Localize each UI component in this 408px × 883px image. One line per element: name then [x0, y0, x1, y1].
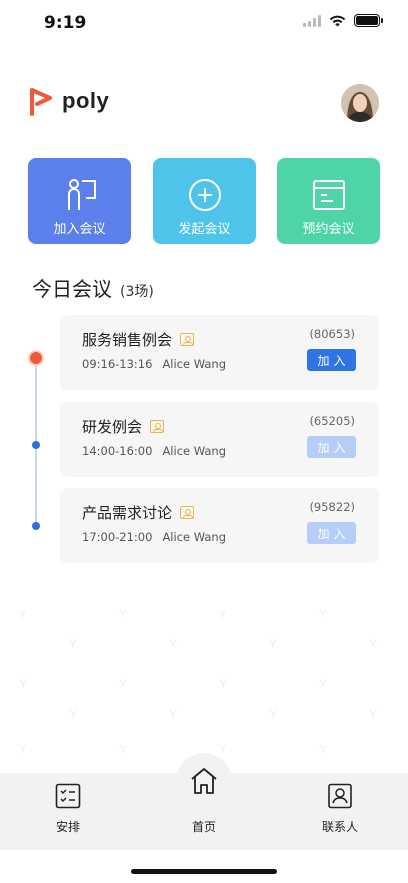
meeting-meta: 17:00-21:00 Alice Wang	[82, 530, 226, 544]
calendar-icon	[312, 180, 345, 210]
timeline-dot	[32, 441, 40, 449]
join-meeting-label: 加入会议	[53, 222, 106, 237]
home-icon	[191, 768, 217, 794]
meeting-time: 17:00-21:00	[82, 530, 153, 544]
meeting-card[interactable]: 服务销售例会 09:16-13:16 Alice Wang (80653) 加入	[60, 315, 379, 390]
status-bar: 9:19	[0, 0, 408, 46]
add-circle-icon	[188, 179, 221, 211]
schedule-icon	[55, 783, 81, 809]
poly-logo-icon	[30, 88, 52, 116]
meeting-title: 产品需求讨论	[82, 504, 173, 522]
meeting-id: (95822)	[309, 500, 355, 514]
background-pattern	[19, 609, 377, 753]
meeting-title: 服务销售例会	[82, 331, 173, 349]
tab-schedule[interactable]: 安排	[28, 783, 108, 835]
meeting-id: (80653)	[309, 327, 355, 341]
poly-logo: poly	[28, 86, 109, 116]
host-badge-icon	[150, 420, 165, 433]
meeting-title-row: 服务销售例会	[82, 329, 195, 350]
meeting-host: Alice Wang	[162, 444, 227, 458]
section-title: 今日会议	[32, 277, 112, 301]
meeting-host: Alice Wang	[162, 357, 227, 371]
host-badge-icon	[180, 506, 195, 519]
meeting-card[interactable]: 产品需求讨论 17:00-21:00 Alice Wang (95822) 加入	[60, 488, 379, 563]
logo-text: poly	[62, 88, 110, 113]
tab-schedule-label: 安排	[55, 820, 80, 834]
tab-home[interactable]: 首页	[164, 766, 244, 835]
meeting-title-row: 产品需求讨论	[82, 502, 195, 523]
join-meeting-button[interactable]: 加入会议	[28, 158, 131, 244]
meeting-meta: 14:00-16:00 Alice Wang	[82, 444, 226, 458]
today-meetings-header: 今日会议 (3场)	[32, 273, 154, 302]
timeline-dot	[32, 522, 40, 530]
meeting-meta: 09:16-13:16 Alice Wang	[82, 357, 226, 371]
meeting-host: Alice Wang	[162, 530, 227, 544]
meeting-time: 09:16-13:16	[82, 357, 153, 371]
status-time: 9:19	[44, 13, 87, 33]
join-button[interactable]: 加入	[307, 349, 356, 371]
meeting-title: 研发例会	[82, 418, 143, 436]
tab-contacts[interactable]: 联系人	[300, 783, 380, 835]
join-button[interactable]: 加入	[307, 436, 356, 458]
tab-home-label: 首页	[191, 820, 216, 834]
meeting-card[interactable]: 研发例会 14:00-16:00 Alice Wang (65205) 加入	[60, 402, 379, 477]
signal-icon	[303, 14, 321, 27]
avatar[interactable]	[341, 84, 379, 122]
contacts-icon	[328, 783, 352, 809]
meeting-time: 14:00-16:00	[82, 444, 153, 458]
schedule-meeting-label: 预约会议	[302, 222, 355, 237]
schedule-meeting-button[interactable]: 预约会议	[277, 158, 380, 244]
battery-icon	[354, 14, 383, 27]
host-badge-icon	[180, 333, 195, 346]
meeting-id: (65205)	[309, 414, 355, 428]
join-button[interactable]: 加入	[307, 522, 356, 544]
home-indicator	[131, 869, 277, 874]
meeting-title-row: 研发例会	[82, 416, 165, 437]
start-meeting-button[interactable]: 发起会议	[153, 158, 256, 244]
quick-actions: 加入会议 发起会议 预约会议	[28, 158, 380, 244]
tab-contacts-label: 联系人	[321, 820, 358, 834]
timeline-dot-current	[30, 352, 42, 364]
meeting-count: (3场)	[120, 284, 154, 300]
start-meeting-label: 发起会议	[178, 222, 231, 237]
wifi-icon	[329, 15, 346, 26]
join-meeting-icon	[67, 179, 96, 210]
status-icons	[303, 14, 383, 27]
